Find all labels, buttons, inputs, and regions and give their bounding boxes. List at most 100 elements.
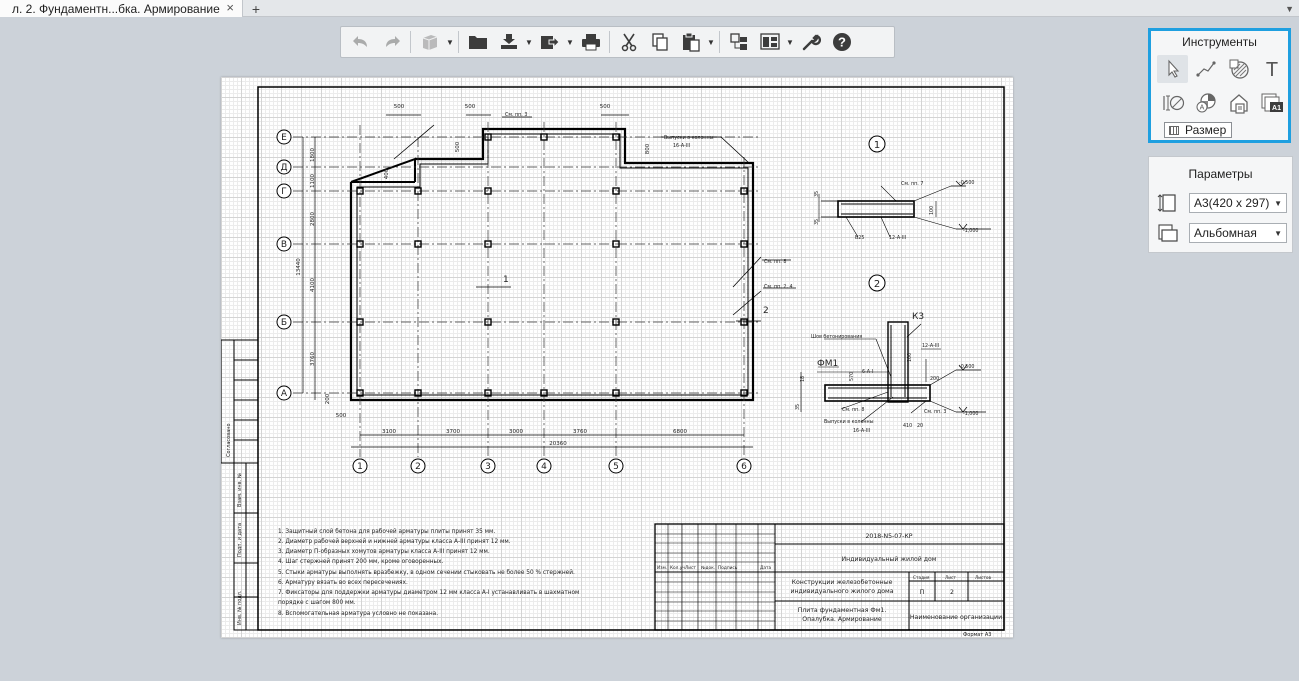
parameters-panel: Параметры А3(420 x 297) ▼ Альбомная ▼ (1148, 156, 1293, 253)
tab-close-icon[interactable]: × (226, 0, 234, 16)
stamp-org: Наименование организации (910, 614, 1002, 621)
callout-sm-pp3: См. пп. 3 (505, 112, 527, 118)
import-dropdown-icon[interactable]: ▼ (524, 28, 534, 56)
axis-label-5: 5 (613, 462, 619, 472)
view3d-dropdown-icon[interactable]: ▼ (445, 28, 455, 56)
axis-label-D: Д (280, 163, 287, 173)
toolbar-separator (719, 31, 720, 53)
sec1-sm-pp7: См. пп. 7 (901, 181, 923, 187)
hatch-icon (1229, 59, 1249, 79)
dim-1800: 1800 (310, 148, 316, 162)
symbol-tool-button[interactable]: A (1190, 89, 1221, 117)
view-tool-button[interactable] (1223, 89, 1254, 117)
sec1-elev-top: -0,500 (959, 180, 974, 186)
add-tab-icon[interactable]: + (246, 0, 266, 17)
redo-icon (385, 36, 400, 47)
export-dropdown-icon[interactable]: ▼ (565, 28, 575, 56)
cut-button[interactable] (613, 28, 644, 56)
layout-dropdown-icon[interactable]: ▼ (785, 28, 795, 56)
stamp-sheet-name-line1: Плита фундаментная Фм1. (798, 607, 887, 614)
orientation-row: Альбомная ▼ (1157, 222, 1287, 244)
tab-list-dropdown-icon[interactable]: ▼ (1285, 0, 1294, 17)
sec2-release-sub: 16-А-III (853, 428, 870, 434)
settings-wrench-icon (802, 34, 821, 51)
toolbar-separator (410, 31, 411, 53)
layout-button[interactable] (754, 28, 785, 56)
paste-button[interactable] (675, 28, 706, 56)
help-button[interactable]: ? (826, 28, 857, 56)
dimension-lines (302, 114, 753, 448)
drawing-canvas: Согласовано Взам. инв. № Подп. и дата Ин… (221, 86, 1005, 638)
dim-800: 800 (645, 143, 651, 154)
dimension-tooltip: Размер (1164, 122, 1233, 138)
stamp-sheet-label: Лист (945, 575, 956, 581)
sec2-410: 410 (903, 423, 912, 429)
dim-500-top-c: 500 (600, 104, 611, 110)
drawing-sheet[interactable]: Согласовано Взам. инв. № Подп. и дата Ин… (221, 77, 1013, 638)
redo-button[interactable] (376, 28, 407, 56)
export-button[interactable] (534, 28, 565, 56)
undo-button[interactable] (345, 28, 376, 56)
undo-icon (352, 36, 367, 47)
format-select-value: А3(420 x 297) (1194, 196, 1270, 210)
dim-4100: 4100 (310, 278, 316, 292)
panel-toggle-button[interactable] (723, 28, 754, 56)
dim-500-bottom: 500 (336, 413, 347, 419)
view3d-button[interactable] (414, 28, 445, 56)
select-tool-button[interactable] (1157, 55, 1188, 83)
format-row: А3(420 x 297) ▼ (1157, 192, 1287, 214)
orientation-select[interactable]: Альбомная ▼ (1189, 223, 1287, 243)
sec1-12a3: 12-А-III (889, 235, 906, 241)
tools-panel: Инструменты T A A1 Размер (1148, 28, 1291, 143)
svg-text:A1: A1 (1272, 105, 1281, 112)
axis-label-1: 1 (357, 462, 363, 472)
dimension-tool-button[interactable] (1157, 89, 1188, 117)
text-tool-icon: T (1265, 59, 1277, 80)
dim-6800: 6800 (673, 429, 687, 435)
hatch-tool-button[interactable] (1223, 55, 1254, 83)
open-button[interactable] (462, 28, 493, 56)
view3d-icon (422, 35, 437, 50)
note-5: 5. Стыки арматуры выполнять вразбежку, в… (278, 569, 575, 576)
document-tab-bar: л. 2. Фундаментн...бка. Армирование × + … (0, 0, 1299, 17)
stamp-stage-value: П (920, 589, 925, 596)
settings-button[interactable] (795, 28, 826, 56)
sec2-release: Выпуски в колонны (824, 419, 874, 425)
sec2-100: 100 (907, 353, 913, 362)
format-select[interactable]: А3(420 x 297) ▼ (1189, 193, 1287, 213)
text-tool-button[interactable]: T (1256, 55, 1287, 83)
tab-title: л. 2. Фундаментн...бка. Армирование (12, 1, 220, 16)
side-stamp-inv: Инв. № подл. (237, 590, 243, 625)
paste-dropdown-icon[interactable]: ▼ (706, 28, 716, 56)
section2-label: 2 (874, 279, 880, 290)
axis-label-G: Г (281, 187, 287, 197)
axis-label-6: 6 (741, 462, 747, 472)
line-tool-button[interactable] (1190, 55, 1221, 83)
note-7-cont: порядке с шагом 800 мм. (278, 600, 356, 606)
copy-button[interactable] (644, 28, 675, 56)
axis-grid (293, 122, 761, 457)
page-size-icon (1157, 192, 1179, 214)
line-icon (1195, 61, 1216, 77)
stamp-col-izm: Изм. (657, 565, 667, 571)
format-label: Формат А3 (963, 632, 991, 638)
dim-3700: 3700 (446, 429, 460, 435)
orientation-select-value: Альбомная (1194, 226, 1257, 240)
svg-text:?: ? (838, 35, 846, 50)
stamp-object: Индивидуальный жилой дом (842, 555, 937, 563)
section1-label: 1 (874, 140, 880, 151)
copy-icon (651, 33, 668, 51)
sheet-format-tool-button[interactable]: A1 (1256, 89, 1287, 117)
import-button[interactable] (493, 28, 524, 56)
sec2-570: 570 (849, 372, 855, 381)
ruler-icon (1169, 126, 1179, 135)
dim-500-top-a: 500 (394, 104, 405, 110)
print-button[interactable] (575, 28, 606, 56)
sec1-100: 100 (929, 206, 935, 215)
side-stamp-sign: Подп. и дата (237, 523, 243, 557)
stamp-code: 2018-N5-07-КР (865, 533, 912, 540)
stamp-col-kol: Кол.уч (670, 565, 685, 571)
callout-release-sub: 16-А-III (673, 143, 690, 149)
active-document-tab[interactable]: л. 2. Фундаментн...бка. Армирование × (0, 0, 243, 17)
axis-number-markers (352, 458, 752, 474)
